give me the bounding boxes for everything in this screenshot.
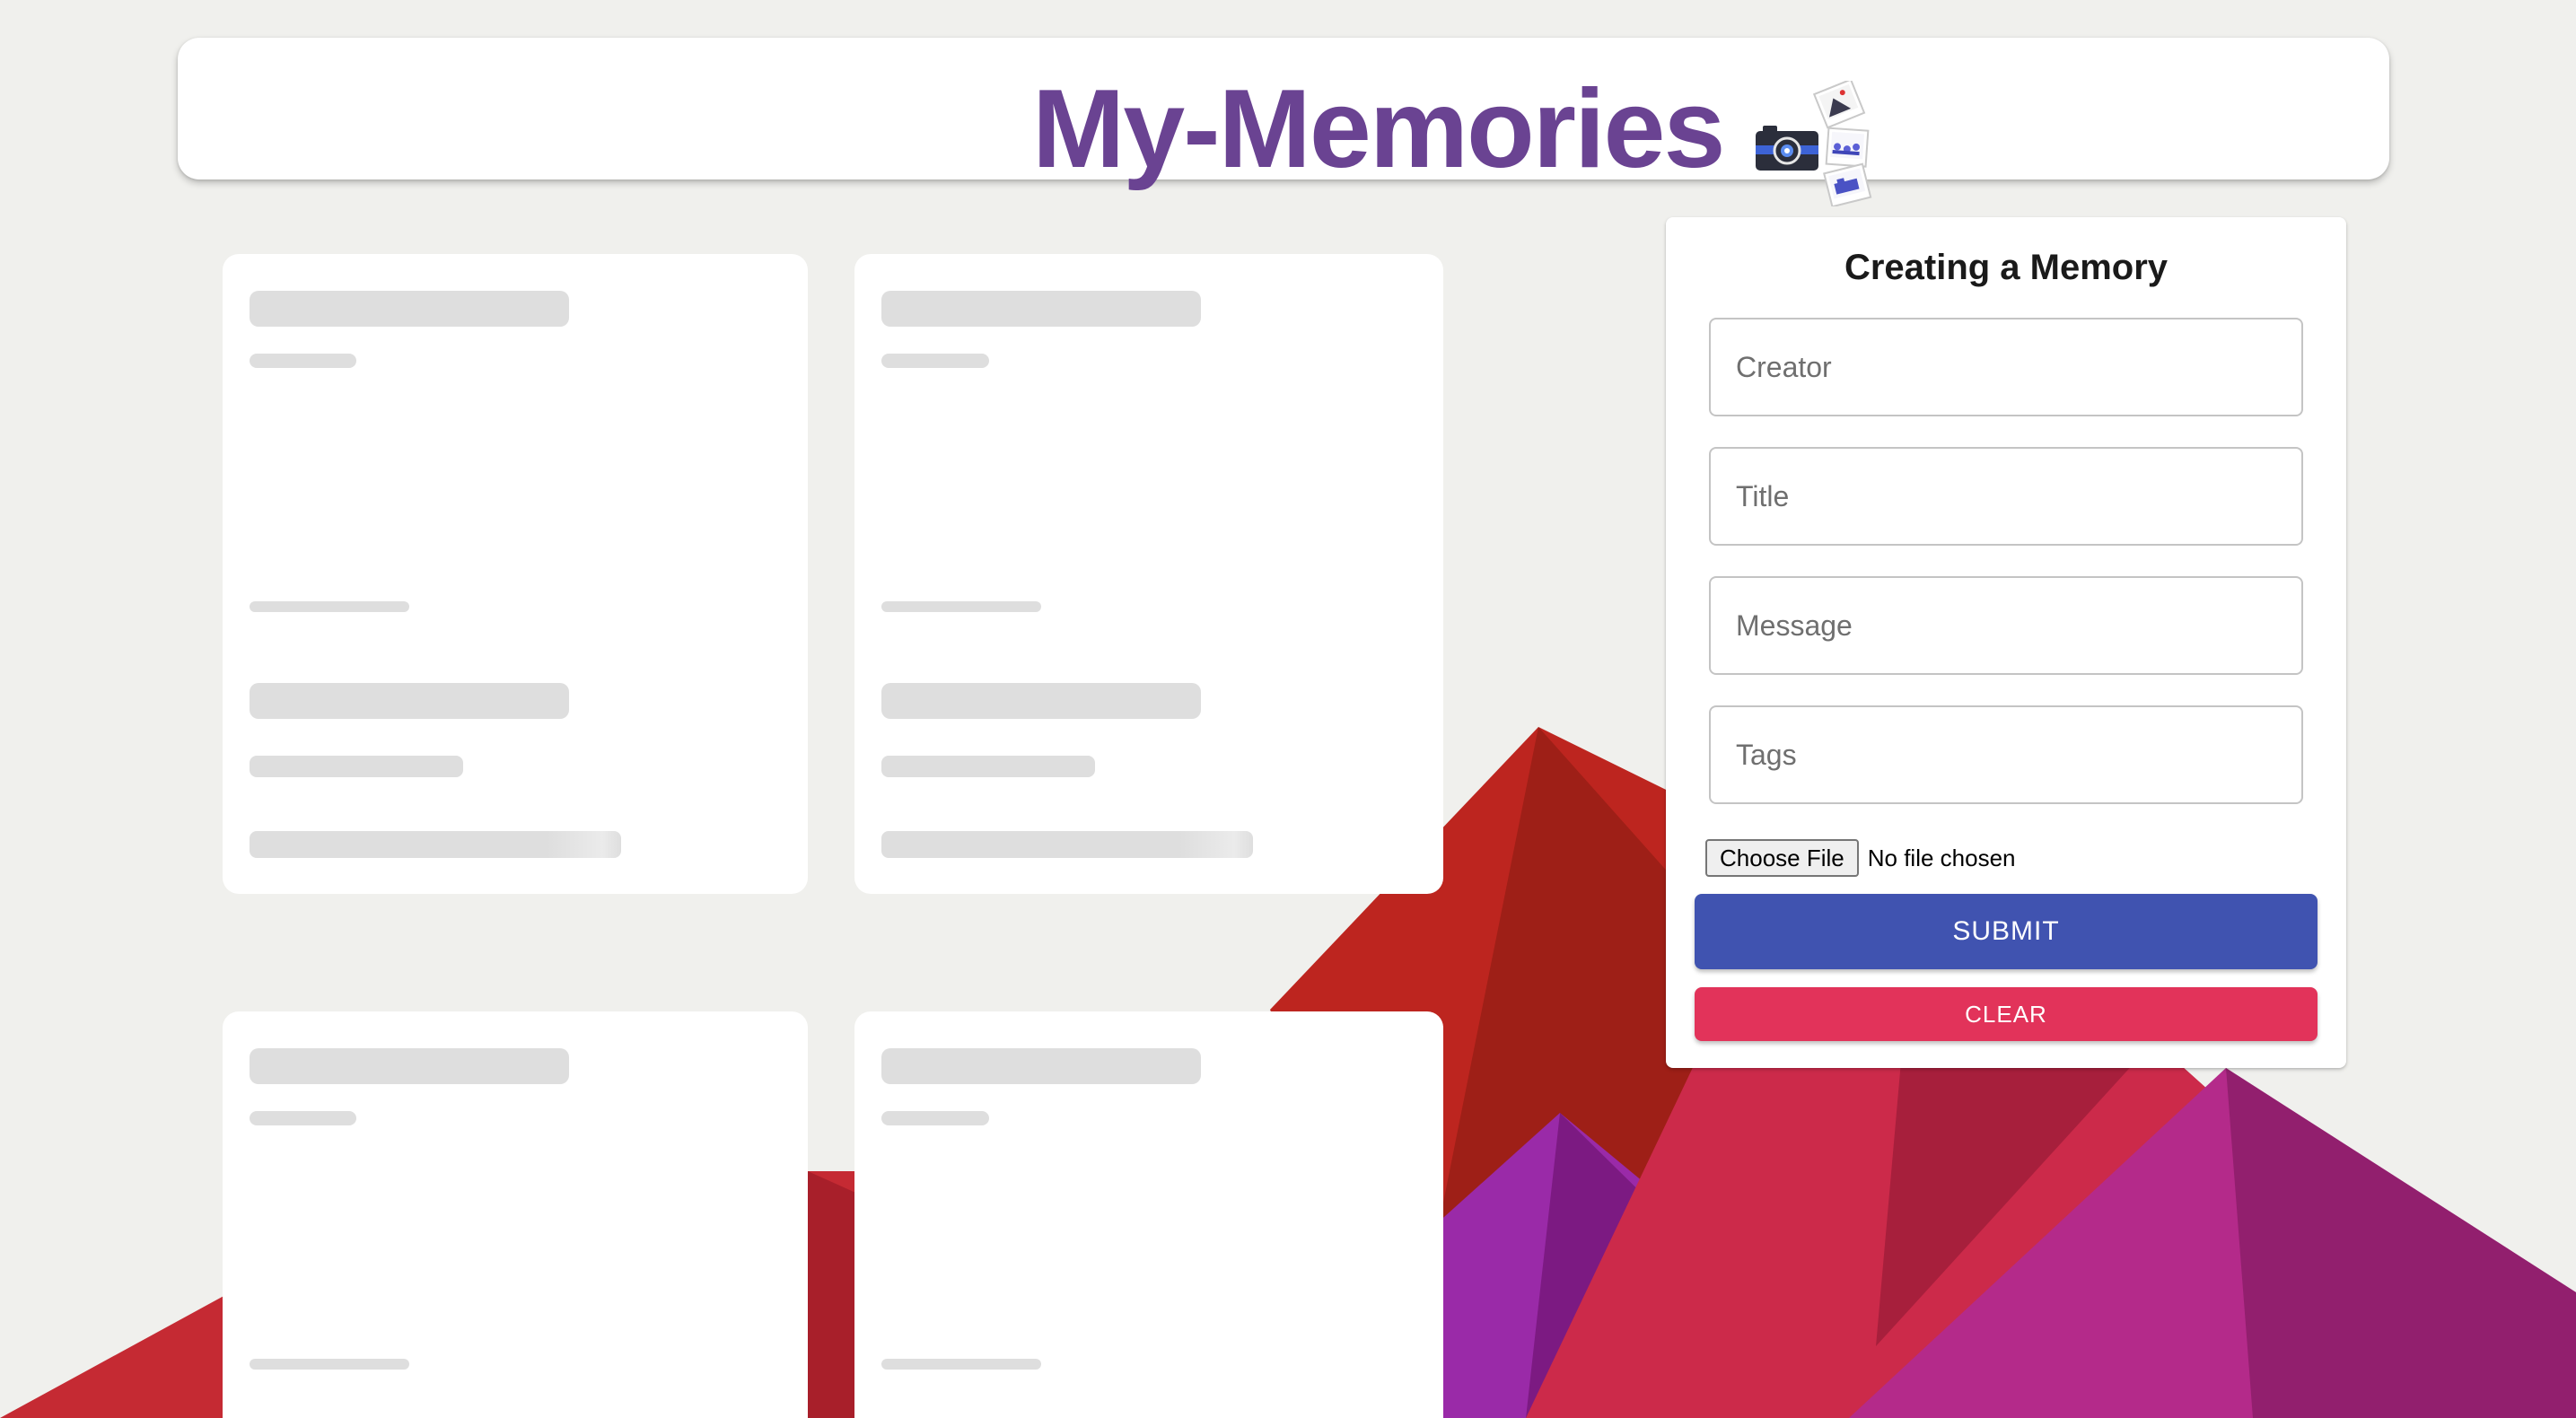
- skeleton-line: [881, 683, 1201, 719]
- skeleton-line: [250, 683, 569, 719]
- title-field: [1709, 447, 2303, 546]
- skeleton-line: [250, 756, 463, 777]
- skeleton-line: [881, 1048, 1201, 1084]
- creator-input[interactable]: [1711, 319, 2301, 415]
- form-title: Creating a Memory: [1844, 248, 2169, 287]
- skeleton-line: [250, 291, 569, 327]
- skeleton-line: [881, 756, 1095, 777]
- skeleton-line: [881, 1111, 989, 1125]
- file-picker: Choose File No file chosen: [1705, 838, 2016, 878]
- title-input[interactable]: [1711, 449, 2301, 544]
- skeleton-line: [881, 601, 1041, 612]
- skeleton-line: [250, 1359, 409, 1370]
- creator-field: [1709, 318, 2303, 416]
- skeleton-line: [250, 601, 409, 612]
- tags-input[interactable]: [1711, 707, 2301, 802]
- memory-card-skeleton: [223, 254, 808, 894]
- clear-button[interactable]: CLEAR: [1695, 987, 2318, 1041]
- memory-card-skeleton: [854, 254, 1443, 894]
- app-header: My-Memories: [178, 38, 2389, 206]
- file-status: No file chosen: [1867, 844, 2016, 871]
- page: My-Memories Creating a Memory Creator Ti…: [0, 0, 2576, 1418]
- skeleton-line: [881, 354, 989, 368]
- skeleton-line: [881, 1359, 1041, 1370]
- skeleton-line: [250, 1111, 356, 1125]
- skeleton-line: [881, 831, 1253, 858]
- message-input[interactable]: [1711, 578, 2301, 673]
- memory-card-skeleton: [854, 1011, 1443, 1418]
- memory-card-skeleton: [223, 1011, 808, 1418]
- memories-camera-photos-icon: [1756, 81, 1872, 206]
- skeleton-line: [250, 831, 621, 858]
- message-field: [1709, 576, 2303, 675]
- tags-field: [1709, 705, 2303, 804]
- skeleton-line: [250, 354, 356, 368]
- create-memory-form: Creating a Memory Choose File No file ch…: [1666, 217, 2346, 1068]
- skeleton-line: [250, 1048, 569, 1084]
- skeleton-line: [881, 291, 1201, 327]
- choose-file-button[interactable]: Choose File: [1705, 839, 1859, 877]
- submit-button[interactable]: SUBMIT: [1695, 894, 2318, 969]
- app-title: My-Memories: [1032, 67, 1725, 191]
